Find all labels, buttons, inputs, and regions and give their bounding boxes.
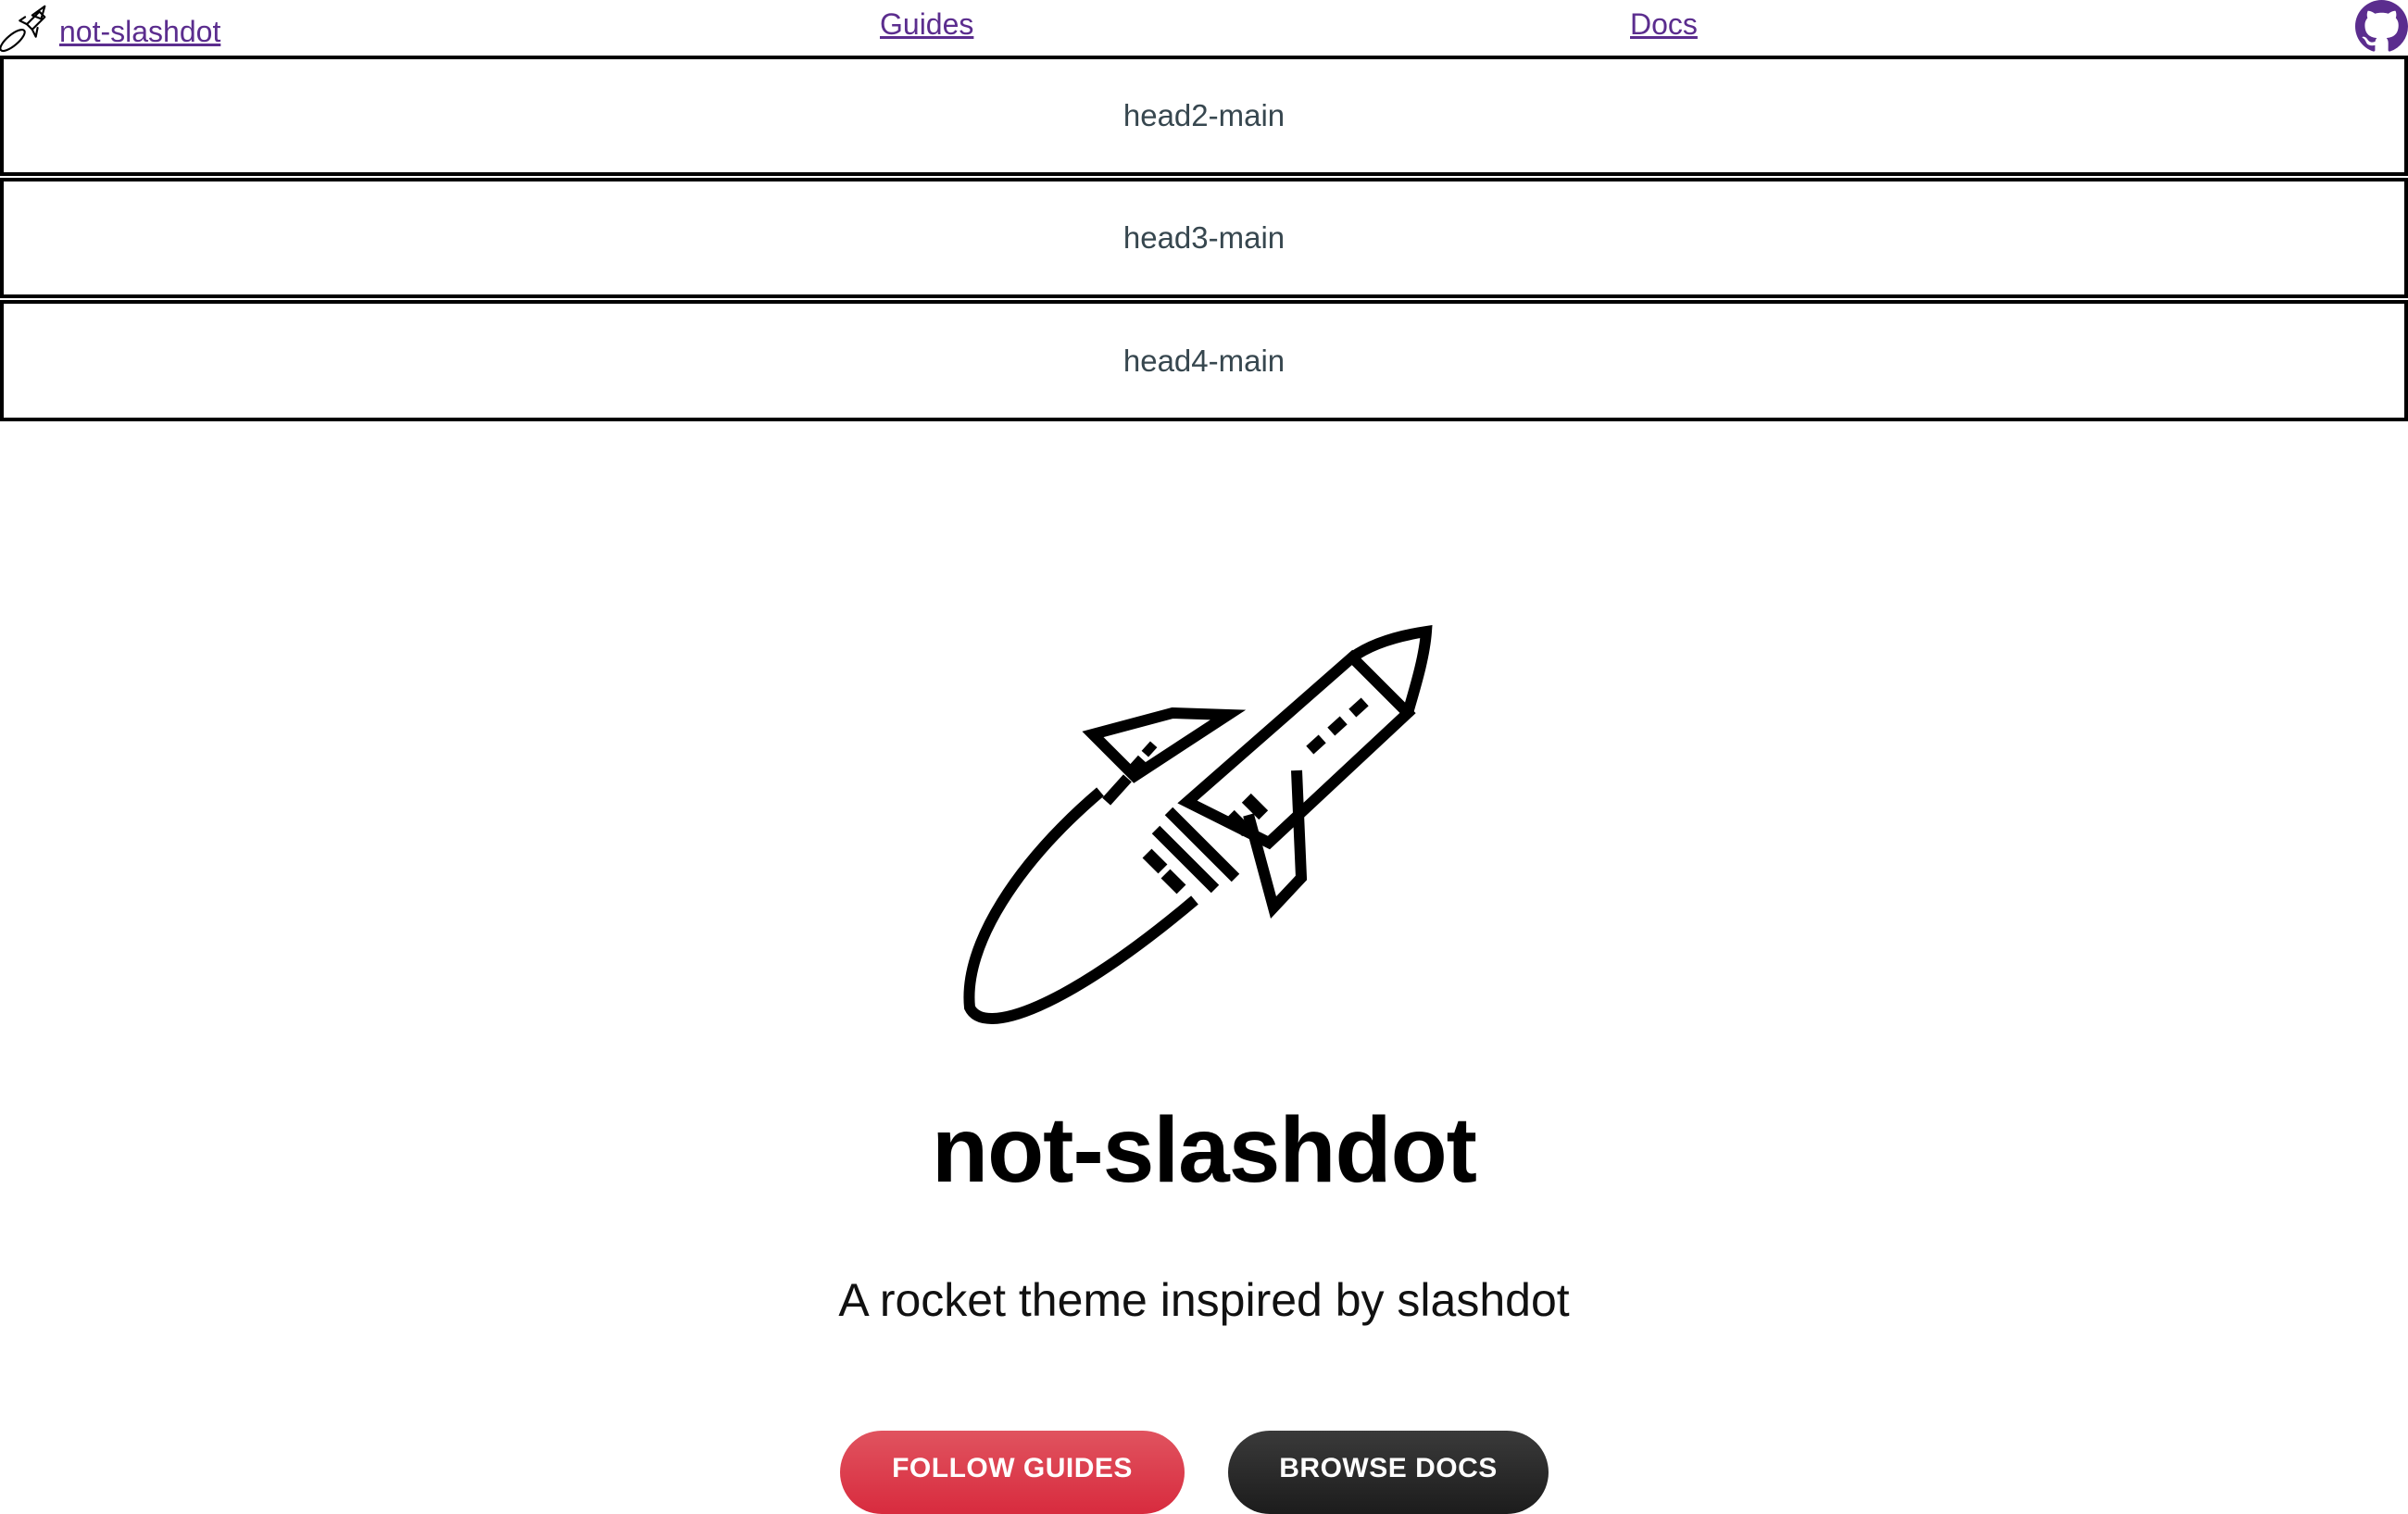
head3-main-section: head3-main [0,178,2408,298]
head2-main-section: head2-main [0,56,2408,176]
head2-main-label: head2-main [1122,98,1286,132]
hero-subtitle: A rocket theme inspired by slashdot [838,1274,1570,1326]
github-icon[interactable] [2355,0,2408,53]
follow-guides-button[interactable]: FOLLOW GUIDES [840,1431,1185,1514]
head4-main-label: head4-main [1122,343,1286,378]
head4-main-section: head4-main [0,300,2408,421]
brand-link[interactable]: not-slashdot [0,2,220,61]
nav-link-docs[interactable]: Docs [1630,7,1698,42]
rocket-logo-icon [0,2,59,61]
head3-main-label: head3-main [1122,220,1286,255]
browse-docs-button[interactable]: BROWSE DOCS [1228,1431,1549,1514]
brand-label: not-slashdot [59,14,221,48]
hero-title: not-slashdot [932,1098,1477,1202]
nav-link-guides[interactable]: Guides [880,7,973,42]
top-navigation: not-slashdot Guides Docs [0,0,2408,56]
rocket-icon [963,620,1445,1028]
